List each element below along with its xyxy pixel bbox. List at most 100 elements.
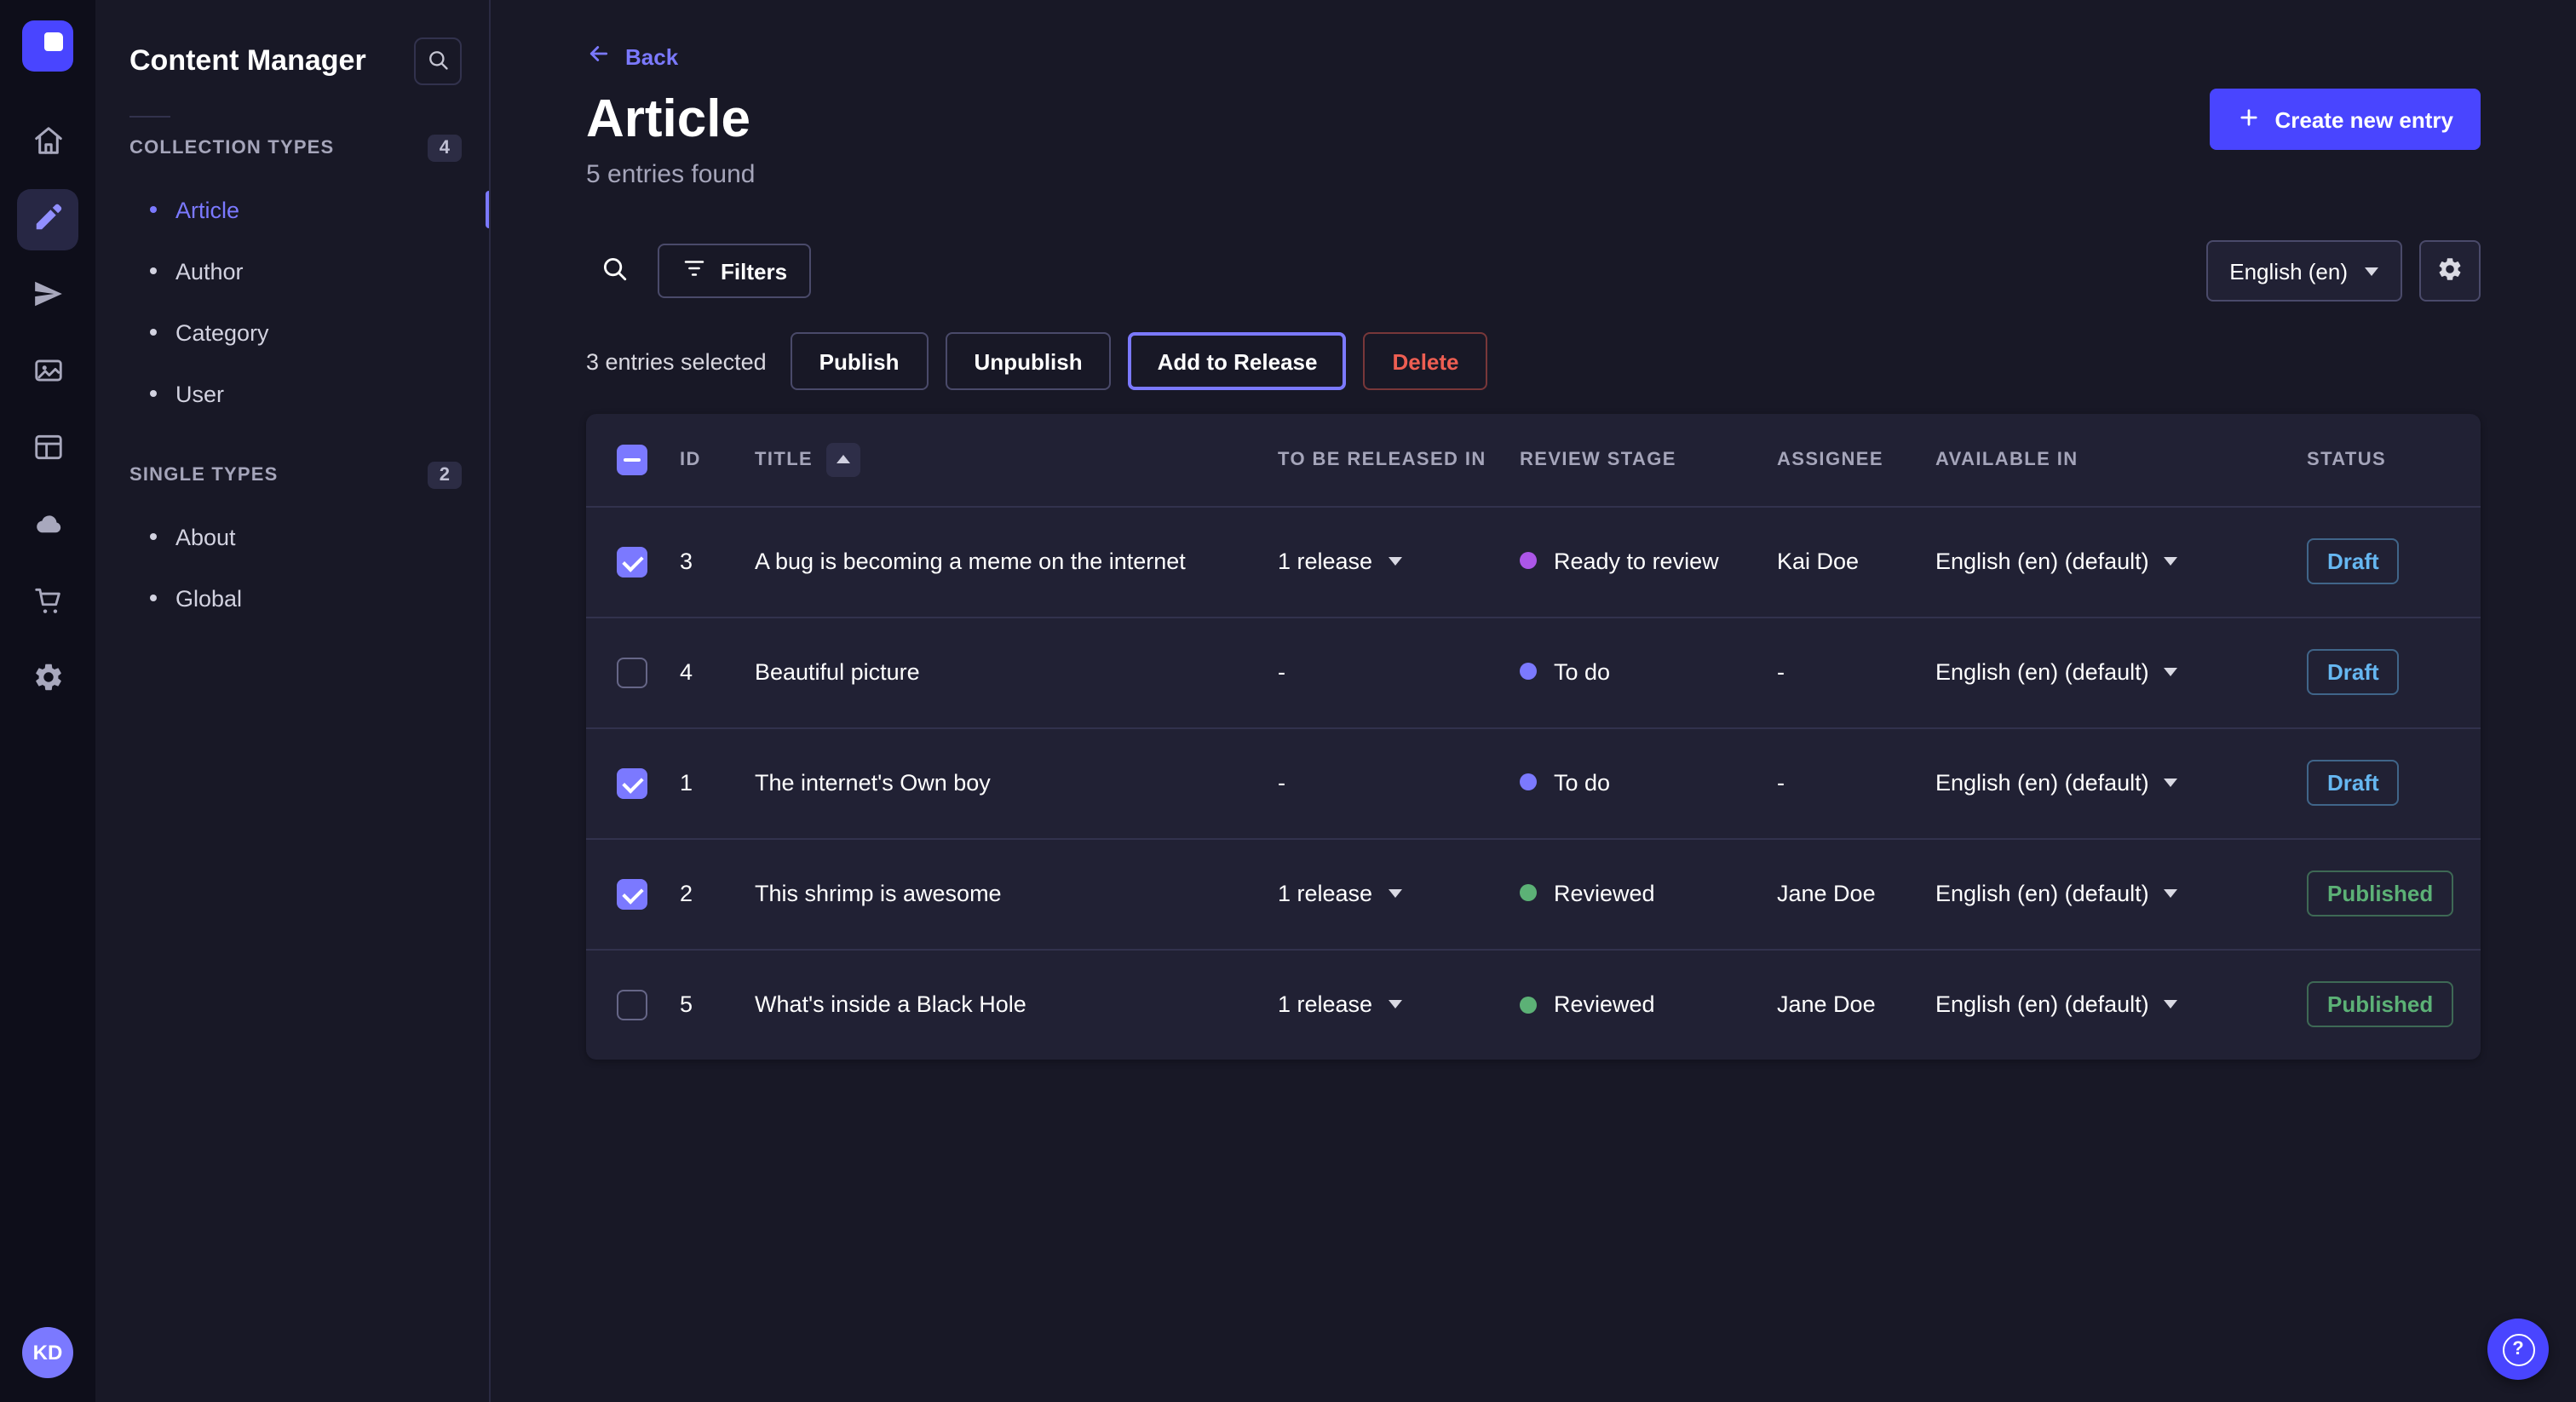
view-settings-button[interactable] xyxy=(2419,240,2481,302)
publish-button[interactable]: Publish xyxy=(791,332,929,390)
available-in-dropdown[interactable]: English (en) (default) xyxy=(1935,770,2178,796)
status-badge: Published xyxy=(2307,982,2453,1028)
nav-deploy[interactable] xyxy=(17,496,78,557)
row-id: 5 xyxy=(663,949,738,1060)
row-checkbox[interactable] xyxy=(617,657,647,687)
chevron-down-icon xyxy=(2165,889,2178,898)
bullet-icon xyxy=(150,206,157,213)
add-to-release-button[interactable]: Add to Release xyxy=(1129,332,1347,390)
review-stage-cell: To do xyxy=(1520,659,1610,685)
nav-home[interactable] xyxy=(17,112,78,174)
sidebar-item-category[interactable]: Category xyxy=(95,302,489,363)
sidebar-item-label: About xyxy=(175,524,236,549)
chevron-down-icon xyxy=(2165,779,2178,787)
review-stage-cell: To do xyxy=(1520,770,1610,796)
review-stage-cell: Reviewed xyxy=(1520,881,1655,906)
selection-summary: 3 entries selected xyxy=(586,348,767,374)
available-in-dropdown[interactable]: English (en) (default) xyxy=(1935,659,2178,685)
table-row[interactable]: 2 This shrimp is awesome 1 release Revie… xyxy=(586,838,2481,949)
sidebar-item-about[interactable]: About xyxy=(95,506,489,567)
collection-types-section: COLLECTION TYPES 4 Article Author Catego… xyxy=(95,135,489,424)
table-row[interactable]: 1 The internet's Own boy - To do - Engli… xyxy=(586,727,2481,838)
available-in-dropdown[interactable]: English (en) (default) xyxy=(1935,992,2178,1018)
nav-marketplace[interactable] xyxy=(17,572,78,634)
selection-bar: 3 entries selected Publish Unpublish Add… xyxy=(586,332,2481,390)
sort-by-title-button[interactable]: TITLE xyxy=(755,443,860,477)
chevron-down-icon xyxy=(1388,889,1401,898)
main-nav-rail: KD xyxy=(0,0,95,1402)
help-button[interactable]: ? xyxy=(2487,1319,2549,1380)
stage-dot xyxy=(1520,996,1537,1013)
user-avatar[interactable]: KD xyxy=(22,1327,73,1378)
review-stage-label: Ready to review xyxy=(1554,549,1719,574)
release-dropdown[interactable]: - xyxy=(1278,659,1285,685)
filters-button[interactable]: Filters xyxy=(658,244,811,298)
available-in-dropdown[interactable]: English (en) (default) xyxy=(1935,881,2178,906)
row-title: The internet's Own boy xyxy=(738,727,1261,838)
delete-button[interactable]: Delete xyxy=(1363,332,1487,390)
release-dropdown[interactable]: 1 release xyxy=(1278,992,1401,1018)
row-checkbox[interactable] xyxy=(617,878,647,909)
available-in-label: English (en) (default) xyxy=(1935,659,2149,685)
row-assignee: - xyxy=(1760,617,1918,727)
sidebar-search-button[interactable] xyxy=(414,37,462,85)
row-checkbox[interactable] xyxy=(617,990,647,1020)
bullet-icon xyxy=(150,595,157,601)
single-types-section: SINGLE TYPES 2 About Global xyxy=(95,462,489,629)
column-header-id: ID xyxy=(663,414,738,506)
chevron-down-icon xyxy=(2365,267,2378,275)
column-header-status: STATUS xyxy=(2290,414,2481,506)
release-label: 1 release xyxy=(1278,992,1372,1018)
column-header-release: TO BE RELEASED IN xyxy=(1261,414,1503,506)
create-new-entry-button[interactable]: Create new entry xyxy=(2210,89,2481,150)
sidebar-item-article[interactable]: Article xyxy=(95,179,489,240)
table-row[interactable]: 4 Beautiful picture - To do - English (e… xyxy=(586,617,2481,727)
bullet-icon xyxy=(150,390,157,397)
create-new-entry-label: Create new entry xyxy=(2274,106,2453,132)
sidebar-item-global[interactable]: Global xyxy=(95,567,489,629)
chevron-down-icon xyxy=(1388,1001,1401,1009)
release-dropdown[interactable]: 1 release xyxy=(1278,549,1401,574)
locale-select[interactable]: English (en) xyxy=(2205,240,2402,302)
section-label: COLLECTION TYPES xyxy=(129,138,334,158)
bullet-icon xyxy=(150,267,157,274)
nav-settings[interactable] xyxy=(17,649,78,710)
available-in-dropdown[interactable]: English (en) (default) xyxy=(1935,549,2178,574)
divider xyxy=(129,116,170,118)
sidebar-item-author[interactable]: Author xyxy=(95,240,489,302)
back-link[interactable]: Back xyxy=(586,41,678,72)
review-stage-label: Reviewed xyxy=(1554,881,1655,906)
table-row[interactable]: 3 A bug is becoming a meme on the intern… xyxy=(586,506,2481,617)
stage-dot xyxy=(1520,664,1537,681)
row-title: Beautiful picture xyxy=(738,617,1261,727)
select-all-checkbox[interactable] xyxy=(617,445,647,475)
layout-icon xyxy=(32,431,64,468)
row-id: 4 xyxy=(663,617,738,727)
table-row[interactable]: 5 What's inside a Black Hole 1 release R… xyxy=(586,949,2481,1060)
status-badge: Published xyxy=(2307,871,2453,916)
row-checkbox[interactable] xyxy=(617,546,647,577)
app-window: KD Content Manager COLLECTION TYPES 4 Ar… xyxy=(0,0,2576,1402)
sidebar-item-user[interactable]: User xyxy=(95,363,489,424)
row-checkbox[interactable] xyxy=(617,767,647,798)
release-dropdown[interactable]: 1 release xyxy=(1278,881,1401,906)
review-stage-label: To do xyxy=(1554,770,1610,796)
nav-content-manager[interactable] xyxy=(17,189,78,250)
available-in-label: English (en) (default) xyxy=(1935,881,2149,906)
release-dropdown[interactable]: - xyxy=(1278,770,1285,796)
release-label: 1 release xyxy=(1278,549,1372,574)
filter-icon xyxy=(681,256,707,286)
nav-content-type-builder[interactable] xyxy=(17,419,78,480)
unpublish-button[interactable]: Unpublish xyxy=(946,332,1112,390)
nav-media-library[interactable] xyxy=(17,342,78,404)
strapi-logo[interactable] xyxy=(22,20,73,72)
search-button[interactable] xyxy=(586,244,641,298)
review-stage-label: Reviewed xyxy=(1554,991,1655,1017)
bullet-icon xyxy=(150,329,157,336)
release-label: 1 release xyxy=(1278,881,1372,906)
main-content: Back Article Create new entry 5 entries … xyxy=(491,0,2576,1402)
column-header-review-stage: REVIEW STAGE xyxy=(1503,414,1760,506)
nav-releases[interactable] xyxy=(17,266,78,327)
section-count-badge: 2 xyxy=(428,462,462,489)
stage-dot xyxy=(1520,885,1537,902)
